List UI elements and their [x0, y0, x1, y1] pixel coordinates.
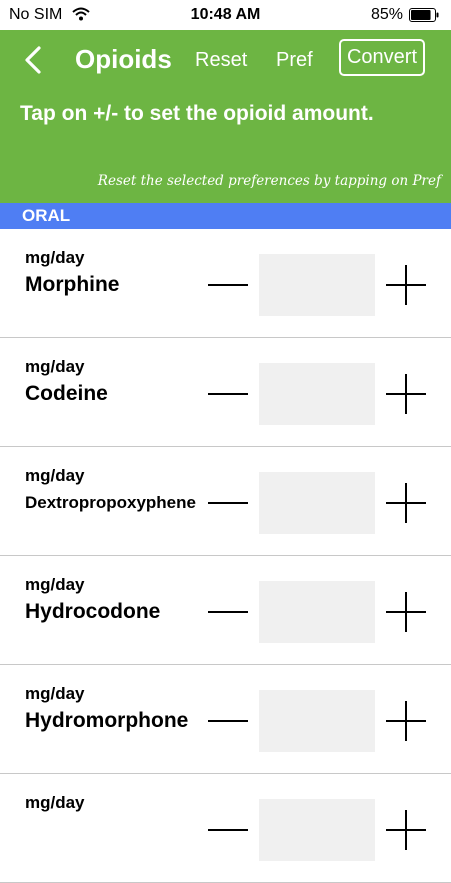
- section-label: ORAL: [22, 206, 71, 225]
- amount-field[interactable]: [259, 799, 375, 861]
- reset-button[interactable]: Reset: [195, 49, 247, 72]
- increment-button[interactable]: [386, 810, 426, 850]
- opioid-list: mg/day Morphine mg/day Codeine mg/day De…: [0, 229, 451, 883]
- header: Opioids Reset Pref Convert Tap on +/- to…: [0, 30, 451, 203]
- unit-label: mg/day: [25, 793, 85, 812]
- page-title: Opioids: [75, 44, 172, 74]
- decrement-button[interactable]: [208, 483, 248, 523]
- decrement-button[interactable]: [208, 265, 248, 305]
- decrement-button[interactable]: [208, 374, 248, 414]
- amount-field[interactable]: [259, 472, 375, 534]
- increment-button[interactable]: [386, 483, 426, 523]
- chevron-left-icon: [25, 46, 41, 74]
- list-item: mg/day Dextropropoxyphene: [0, 447, 451, 556]
- battery-icon: [409, 8, 439, 22]
- amount-field[interactable]: [259, 581, 375, 643]
- drug-name: Hydrocodone: [25, 600, 161, 623]
- pref-button[interactable]: Pref: [276, 49, 313, 72]
- unit-label: mg/day: [25, 248, 85, 267]
- amount-field[interactable]: [259, 363, 375, 425]
- decrement-button[interactable]: [208, 592, 248, 632]
- unit-label: mg/day: [25, 466, 85, 485]
- increment-button[interactable]: [386, 701, 426, 741]
- list-item: mg/day: [0, 774, 451, 883]
- drug-name: Codeine: [25, 382, 108, 405]
- increment-button[interactable]: [386, 592, 426, 632]
- section-header: ORAL: [0, 203, 451, 229]
- list-item: mg/day Hydrocodone: [0, 556, 451, 665]
- list-item: mg/day Hydromorphone: [0, 665, 451, 774]
- amount-field[interactable]: [259, 254, 375, 316]
- decrement-button[interactable]: [208, 810, 248, 850]
- list-item: mg/day Morphine: [0, 229, 451, 338]
- drug-name: Morphine: [25, 273, 120, 296]
- increment-button[interactable]: [386, 374, 426, 414]
- unit-label: mg/day: [25, 684, 85, 703]
- drug-name: Hydromorphone: [25, 709, 189, 732]
- list-item: mg/day Codeine: [0, 338, 451, 447]
- increment-button[interactable]: [386, 265, 426, 305]
- instruction-text: Tap on +/- to set the opioid amount.: [20, 102, 374, 125]
- preferences-note: Reset the selected preferences by tappin…: [97, 173, 441, 189]
- unit-label: mg/day: [25, 357, 85, 376]
- status-bar: No SIM 10:48 AM 85%: [0, 0, 451, 30]
- unit-label: mg/day: [25, 575, 85, 594]
- convert-button[interactable]: Convert: [339, 39, 425, 76]
- amount-field[interactable]: [259, 690, 375, 752]
- back-button[interactable]: [20, 44, 46, 76]
- battery-percent: 85%: [370, 6, 403, 23]
- drug-name: Dextropropoxyphene: [25, 493, 196, 512]
- decrement-button[interactable]: [208, 701, 248, 741]
